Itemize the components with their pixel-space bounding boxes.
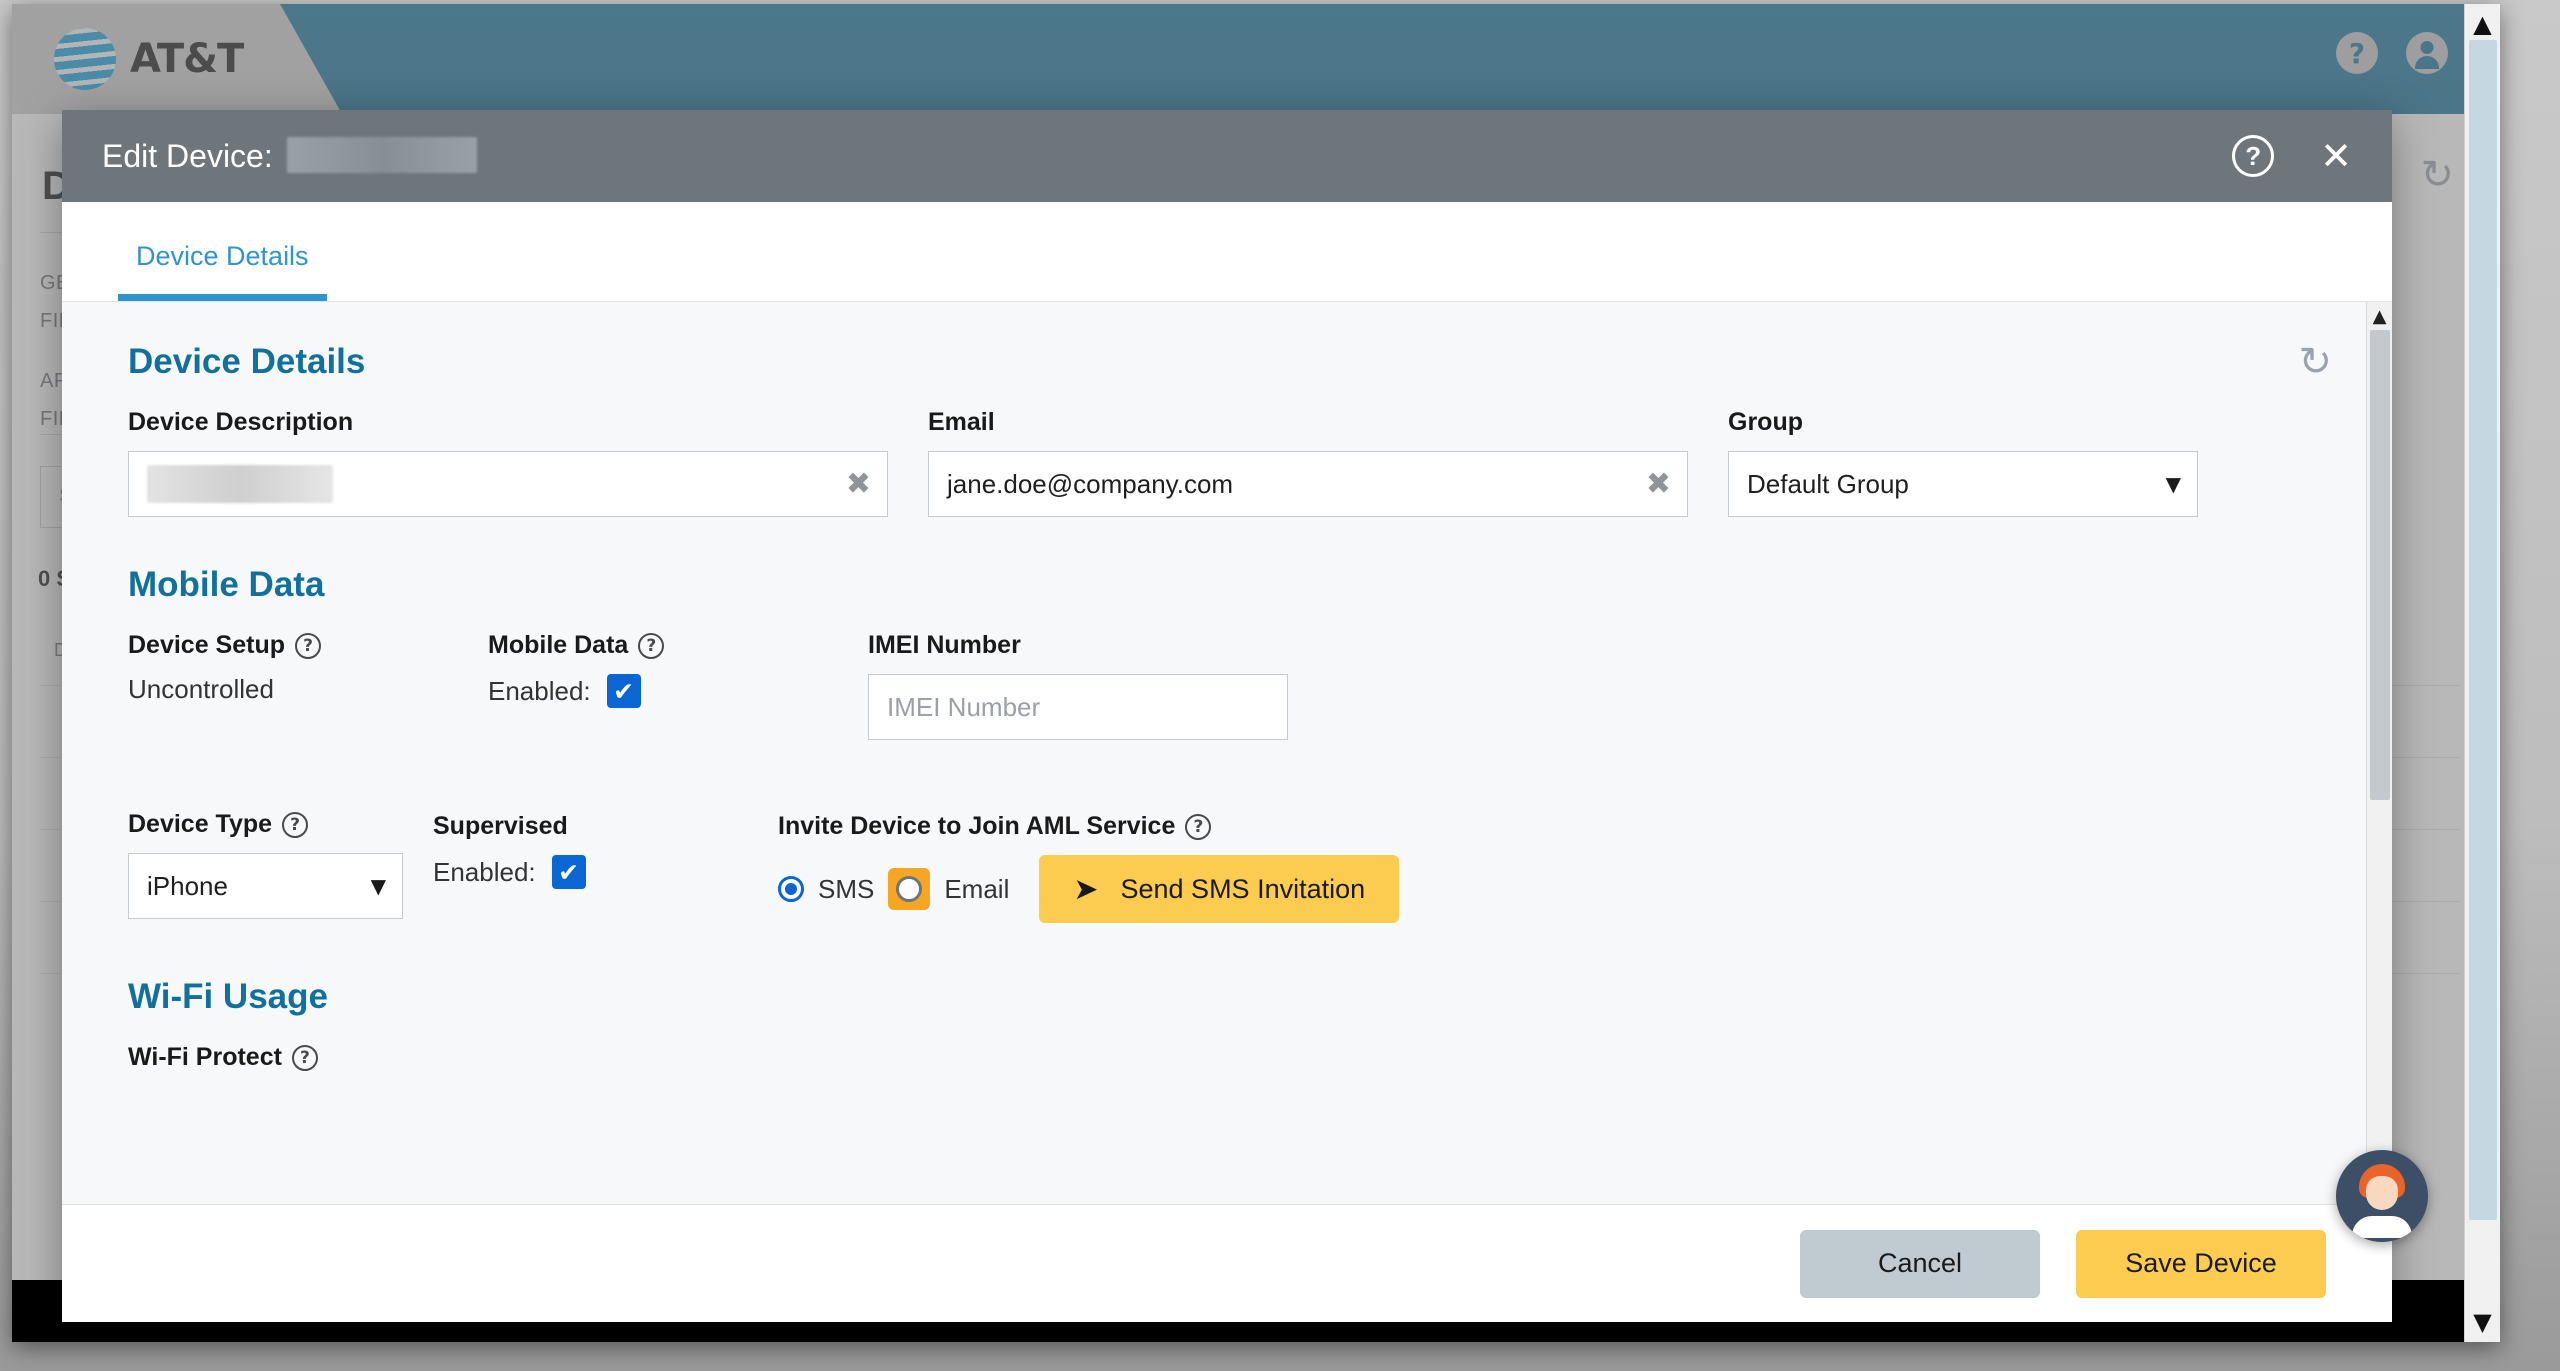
mobile-data-enabled-label: Enabled: — [488, 675, 591, 706]
refresh-icon[interactable]: ↻ — [2298, 342, 2332, 382]
chevron-down-icon: ▼ — [2165, 472, 2181, 496]
supervised-checkbox[interactable]: ✔ — [551, 855, 586, 889]
help-icon[interactable]: ? — [291, 1044, 318, 1071]
device-type-selected-value: iPhone — [147, 870, 228, 901]
section-title-wifi-usage: Wi-Fi Usage — [128, 977, 328, 1016]
field-device-setup: Device Setup ? Uncontrolled — [128, 631, 488, 740]
supervised-enabled-label: Enabled: — [433, 856, 536, 887]
send-icon: ➤ — [1073, 872, 1099, 906]
help-icon[interactable]: ? — [638, 632, 665, 659]
field-imei: IMEI Number IMEI Number — [868, 631, 1288, 740]
close-icon[interactable]: ✕ — [2320, 137, 2352, 175]
modal-header: Edit Device: ? ✕ — [62, 110, 2392, 202]
label-aml-invite-text: Invite Device to Join AML Service — [778, 812, 1176, 840]
label-device-type: Device Type ? — [128, 810, 433, 839]
scrollbar-thumb[interactable] — [2370, 330, 2390, 800]
field-supervised: Supervised Enabled: ✔ — [433, 810, 778, 923]
modal-title-label: Edit Device: — [102, 138, 273, 174]
modal-title-redacted-value — [286, 137, 477, 173]
modal-title: Edit Device: — [102, 137, 477, 175]
avatar-shoulders — [2352, 1216, 2412, 1238]
field-mobile-data-toggle: Mobile Data ? Enabled: ✔ — [488, 631, 868, 740]
scroll-down-arrow-icon[interactable]: ▼ — [2473, 1302, 2491, 1342]
label-group: Group — [1728, 408, 1803, 436]
chevron-down-icon: ▼ — [370, 874, 386, 898]
label-mobile-data: Mobile Data ? — [488, 631, 868, 660]
radio-email-focus-ring — [888, 868, 931, 910]
mobile-data-checkbox[interactable]: ✔ — [606, 674, 641, 708]
section-title-mobile-data: Mobile Data — [128, 565, 325, 604]
modal-help-icon[interactable]: ? — [2232, 135, 2275, 177]
email-value: jane.doe@company.com — [947, 468, 1234, 499]
device-type-select[interactable]: iPhone ▼ — [128, 853, 403, 919]
label-supervised: Supervised — [433, 812, 568, 840]
label-device-setup-text: Device Setup — [128, 631, 286, 659]
section-title-device-details: Device Details — [128, 342, 366, 381]
edit-device-modal: Edit Device: ? ✕ Device Details Device D… — [62, 110, 2392, 1322]
save-device-button[interactable]: Save Device — [2076, 1229, 2326, 1298]
field-email: Email jane.doe@company.com ✖ — [928, 408, 1688, 517]
email-input-wrapper[interactable]: jane.doe@company.com ✖ — [928, 451, 1688, 517]
scroll-up-arrow-icon[interactable]: ▲ — [2473, 4, 2491, 44]
radio-sms-label: SMS — [818, 873, 875, 904]
label-imei: IMEI Number — [868, 631, 1021, 659]
field-aml-invite: Invite Device to Join AML Service ? SMS … — [778, 810, 2332, 923]
field-group: Group Default Group ▼ — [1728, 408, 2198, 517]
field-device-description: Device Description ✖ — [128, 408, 888, 517]
label-wifi-protect-text: Wi-Fi Protect — [128, 1043, 282, 1071]
imei-input[interactable]: IMEI Number — [868, 674, 1288, 740]
label-device-description: Device Description — [128, 408, 354, 436]
label-wifi-protect: Wi-Fi Protect ? — [128, 1043, 2332, 1072]
group-selected-value: Default Group — [1747, 468, 1909, 499]
help-icon[interactable]: ? — [1185, 813, 1212, 840]
device-description-input[interactable]: ✖ — [128, 451, 888, 517]
modal-scrollbar[interactable]: ▲ — [2366, 302, 2392, 1204]
label-device-type-text: Device Type — [128, 810, 273, 838]
send-sms-invitation-label: Send SMS Invitation — [1120, 873, 1366, 904]
browser-window: AT&T ? DEVICES ↻ GENERAL FILTERS APPLIED… — [12, 4, 2500, 1342]
page-scrollbar-thumb[interactable] — [2469, 40, 2497, 1220]
group-select[interactable]: Default Group ▼ — [1728, 451, 2198, 517]
label-mobile-data-text: Mobile Data — [488, 631, 629, 659]
cancel-button[interactable]: Cancel — [1800, 1229, 2040, 1298]
label-device-setup: Device Setup ? — [128, 631, 488, 660]
supervised-enabled-row: Enabled: ✔ — [433, 855, 778, 889]
clear-icon[interactable]: ✖ — [846, 467, 871, 502]
mobile-data-enabled-row: Enabled: ✔ — [488, 674, 868, 708]
radio-sms[interactable] — [778, 876, 804, 902]
send-sms-invitation-button[interactable]: ➤ Send SMS Invitation — [1039, 855, 1400, 923]
modal-tab-bar: Device Details — [62, 202, 2392, 302]
modal-footer: Cancel Save Device — [62, 1204, 2392, 1322]
field-device-type: Device Type ? iPhone ▼ — [128, 810, 433, 923]
imei-placeholder: IMEI Number — [887, 691, 1041, 722]
chat-assistant-avatar[interactable] — [2336, 1150, 2428, 1242]
help-icon[interactable]: ? — [282, 811, 309, 838]
modal-body: Device Details ↻ Device Description ✖ Em… — [62, 302, 2392, 1204]
label-email: Email — [928, 408, 995, 436]
radio-email-label: Email — [944, 873, 1010, 904]
device-setup-value: Uncontrolled — [128, 674, 274, 704]
desktop-background: AT&T ? DEVICES ↻ GENERAL FILTERS APPLIED… — [0, 0, 2560, 1371]
tab-device-details[interactable]: Device Details — [118, 241, 327, 301]
help-icon[interactable]: ? — [295, 632, 322, 659]
modal-header-actions: ? ✕ — [2232, 135, 2352, 177]
aml-invite-controls: SMS Email ➤ Send SMS Invitation — [778, 855, 2332, 923]
page-scrollbar[interactable]: ▲ ▼ — [2464, 4, 2500, 1342]
clear-icon[interactable]: ✖ — [1646, 467, 1671, 502]
scroll-up-arrow-icon[interactable]: ▲ — [2367, 302, 2392, 327]
label-aml-invite: Invite Device to Join AML Service ? — [778, 812, 2332, 841]
device-description-redacted-value — [147, 465, 333, 503]
avatar-face — [2366, 1176, 2398, 1210]
radio-email[interactable] — [896, 876, 923, 902]
